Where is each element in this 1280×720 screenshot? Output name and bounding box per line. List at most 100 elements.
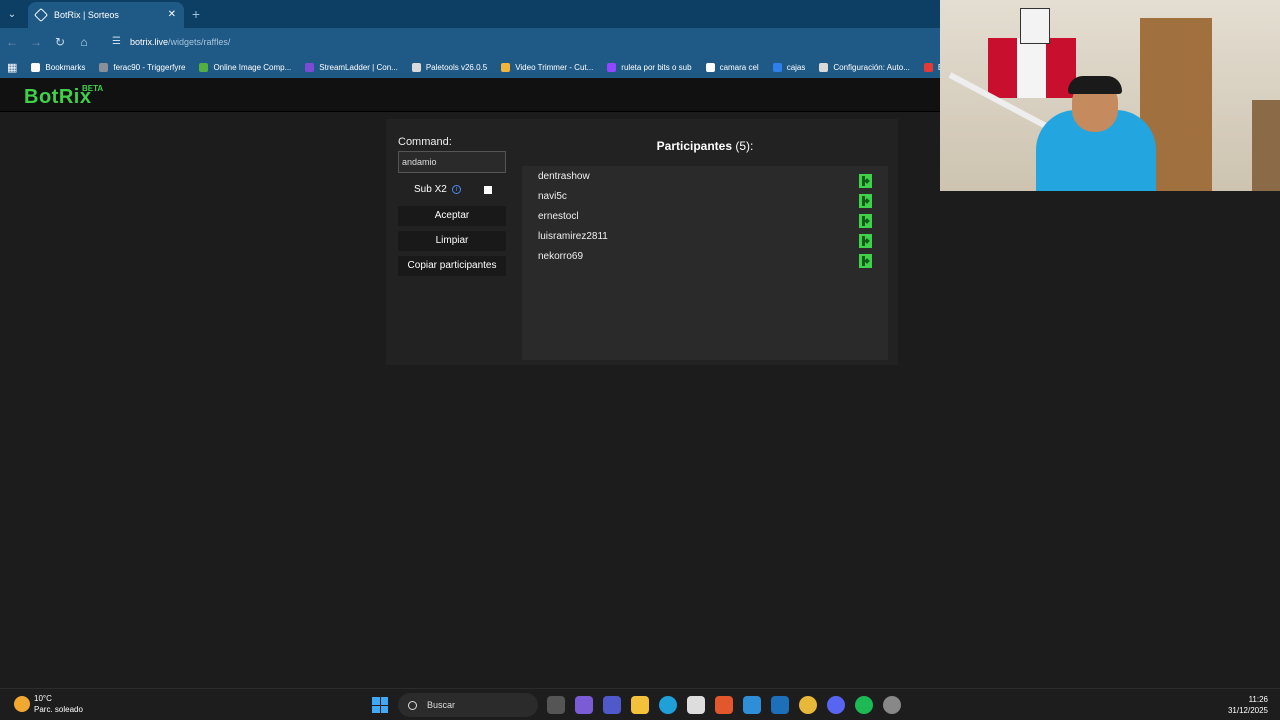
store-icon[interactable] <box>687 696 705 714</box>
reload-icon[interactable]: ↻ <box>48 30 72 54</box>
kick-logo-icon[interactable] <box>859 174 872 188</box>
command-input[interactable] <box>398 151 506 173</box>
sub-x2-checkbox[interactable] <box>484 186 492 194</box>
tab-title: BotRix | Sorteos <box>54 10 119 20</box>
app-header: BotRix BETA <box>0 78 940 112</box>
participant-name: nekorro69 <box>538 251 584 262</box>
sub-x2-row: Sub X2 i <box>398 182 506 198</box>
bookmark-favicon-icon <box>607 62 617 72</box>
bookmark-item[interactable]: Online Image Comp... <box>192 56 298 78</box>
webcam-shelf <box>1252 100 1280 191</box>
chrome-icon[interactable] <box>799 696 817 714</box>
edge-icon[interactable] <box>659 696 677 714</box>
bookmark-label: camara cel <box>719 62 759 72</box>
home-icon[interactable]: ⌂ <box>72 30 96 54</box>
bookmark-label: cajas <box>786 62 806 72</box>
back-arrow-icon[interactable]: ← <box>0 30 24 54</box>
bookmark-item[interactable]: cajas <box>766 56 813 78</box>
star-icon <box>31 62 41 72</box>
photos-icon[interactable] <box>771 696 789 714</box>
spotify-icon[interactable] <box>855 696 873 714</box>
app-orange-icon[interactable] <box>715 696 733 714</box>
tab-botrix-sorteos[interactable]: BotRix | Sorteos ✕ <box>28 2 184 28</box>
kick-logo-icon[interactable] <box>859 214 872 228</box>
bookmark-favicon-icon <box>819 62 829 72</box>
apps-grid-icon[interactable]: ▦ <box>0 56 24 78</box>
navigation-bar: ← → ↻ ⌂ ☰ botrix.live/widgets/raffles/ <box>0 28 940 56</box>
url-host: botrix.live <box>130 37 169 47</box>
kick-logo-icon[interactable] <box>859 234 872 248</box>
bookmark-label: Bookmarks <box>45 62 86 72</box>
weather-condition: Parc. soleado <box>34 705 83 714</box>
clock-time: 11:26 <box>1248 695 1268 704</box>
task-view-icon[interactable] <box>547 696 565 714</box>
bookmark-label: Online Image Comp... <box>213 62 292 72</box>
webcam-overlay <box>940 0 1280 191</box>
bookmark-item[interactable]: Bookmarks <box>24 56 92 78</box>
bookmark-item[interactable]: Configuración: Auto... <box>812 56 917 78</box>
participants-title: Participantes (5): <box>522 139 888 153</box>
peru-flag <box>988 38 1076 98</box>
participants-count: (5): <box>735 139 754 153</box>
participant-row: ernestocl <box>538 211 878 229</box>
copilot-icon[interactable] <box>575 696 593 714</box>
weather-sun-icon <box>14 696 30 712</box>
participant-row: navi5c <box>538 191 878 209</box>
bookmark-label: Paletools v26.0.5 <box>425 62 488 72</box>
bookmark-item[interactable]: ruleta por bits o sub <box>600 56 698 78</box>
bookmark-label: Video Trimmer - Cut... <box>515 62 594 72</box>
sub-x2-label: Sub X2 <box>414 184 447 195</box>
system-clock[interactable]: 11:26 31/12/2025 <box>1228 694 1268 716</box>
bookmark-item[interactable]: EA FC 2 <box>917 56 940 78</box>
bookmark-item[interactable]: camara cel <box>699 56 766 78</box>
discord-icon[interactable] <box>827 696 845 714</box>
clear-button[interactable]: Limpiar <box>398 231 506 251</box>
botrix-favicon-icon <box>33 7 49 23</box>
windows-start-icon[interactable] <box>372 697 388 713</box>
participant-row: dentrashow <box>538 171 878 189</box>
kick-logo-icon[interactable] <box>859 194 872 208</box>
obs-icon[interactable] <box>883 696 901 714</box>
windows-taskbar: 10°C Parc. soleado Buscar 11:26 31/12/20… <box>0 688 1280 720</box>
url-path: /widgets/raffles/ <box>168 37 231 47</box>
bookmark-item[interactable]: StreamLadder | Con... <box>298 56 405 78</box>
mail-icon[interactable] <box>743 696 761 714</box>
accept-button[interactable]: Aceptar <box>398 206 506 226</box>
weather-temperature: 10°C <box>34 694 52 703</box>
bookmark-favicon-icon <box>199 62 209 72</box>
file-explorer-icon[interactable] <box>631 696 649 714</box>
teams-icon[interactable] <box>603 696 621 714</box>
info-icon[interactable]: i <box>452 185 461 194</box>
tab-strip: ⌄ BotRix | Sorteos ✕ + <box>0 0 940 28</box>
bookmark-label: StreamLadder | Con... <box>319 62 398 72</box>
search-placeholder: Buscar <box>427 700 456 710</box>
site-info-icon[interactable]: ☰ <box>112 36 124 48</box>
kick-logo-icon[interactable] <box>859 254 872 268</box>
address-bar[interactable]: ☰ botrix.live/widgets/raffles/ <box>106 31 926 53</box>
participant-name: navi5c <box>538 191 567 202</box>
bookmark-favicon-icon <box>411 62 421 72</box>
beta-badge: BETA <box>82 84 104 93</box>
bookmark-item[interactable]: Paletools v26.0.5 <box>405 56 494 78</box>
bookmark-favicon-icon <box>705 62 715 72</box>
command-label: Command: <box>398 136 452 148</box>
bookmark-favicon-icon <box>501 62 511 72</box>
forward-arrow-icon[interactable]: → <box>24 30 48 54</box>
bookmark-item[interactable]: Video Trimmer - Cut... <box>494 56 600 78</box>
wall-poster <box>1020 8 1050 44</box>
tab-search-chevron-icon[interactable]: ⌄ <box>0 0 24 28</box>
bookmarks-bar: ▦ Bookmarks ferac90 - Triggerfyre Online I… <box>0 56 940 78</box>
bookmark-item[interactable]: ferac90 - Triggerfyre <box>92 56 192 78</box>
streamer-cap <box>1068 76 1122 94</box>
bookmark-favicon-icon <box>305 62 315 72</box>
bookmark-label: ferac90 - Triggerfyre <box>113 62 186 72</box>
participant-name: ernestocl <box>538 211 579 222</box>
search-icon <box>408 700 417 710</box>
close-tab-icon[interactable]: ✕ <box>168 9 176 20</box>
new-tab-plus-icon[interactable]: + <box>184 0 208 28</box>
copy-participants-button[interactable]: Copiar participantes <box>398 256 506 276</box>
participant-name: dentrashow <box>538 171 590 182</box>
participants-title-text: Participantes <box>656 139 733 153</box>
taskbar-search[interactable]: Buscar <box>398 693 538 717</box>
weather-widget[interactable]: 10°C Parc. soleado <box>14 693 83 715</box>
